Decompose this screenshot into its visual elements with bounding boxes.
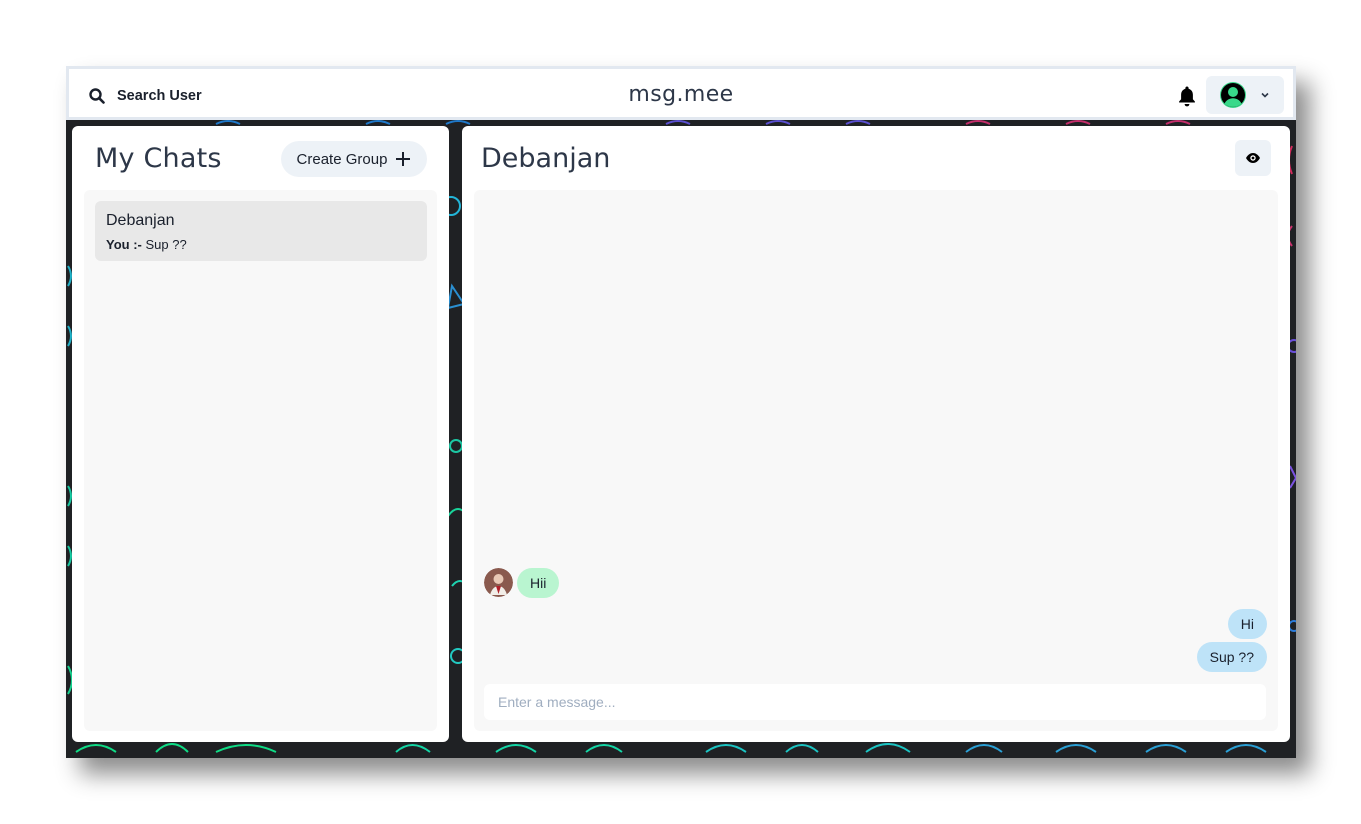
conversation-panel: Debanjan Hii Hi Sup ?? <box>462 126 1290 742</box>
chevron-down-icon <box>1261 92 1269 98</box>
view-profile-button[interactable] <box>1235 140 1271 176</box>
message-input[interactable] <box>484 684 1266 720</box>
chat-item-last-message: Sup ?? <box>145 237 187 252</box>
user-avatar-icon <box>1220 82 1246 108</box>
app-window: Search User msg.mee My Chats Create Grou… <box>66 66 1296 758</box>
create-group-button[interactable]: Create Group <box>281 141 427 177</box>
sender-avatar-image <box>484 568 513 597</box>
message-bubble-outgoing: Hi <box>1227 609 1267 639</box>
create-group-label: Create Group <box>296 150 388 168</box>
eye-icon <box>1246 153 1260 163</box>
my-chats-title: My Chats <box>95 143 222 174</box>
bell-icon[interactable] <box>1177 85 1197 107</box>
chat-item-preview: You :- Sup ?? <box>106 237 187 252</box>
chat-list-item[interactable]: Debanjan You :- Sup ?? <box>95 201 427 261</box>
message-bubble-outgoing: Sup ?? <box>1196 642 1267 672</box>
message-bubble-incoming: Hii <box>517 568 560 598</box>
plus-icon <box>396 152 411 166</box>
chat-item-name: Debanjan <box>106 212 175 229</box>
conversation-title: Debanjan <box>481 143 611 174</box>
message-area: Hii Hi Sup ?? <box>474 190 1278 731</box>
chat-item-sender: You :- <box>106 237 142 252</box>
sender-avatar[interactable] <box>484 568 513 597</box>
profile-menu-button[interactable] <box>1206 76 1284 114</box>
my-chats-panel: My Chats Create Group Debanjan You :- Su… <box>72 126 449 742</box>
top-navbar: Search User msg.mee <box>66 66 1296 120</box>
chat-list: Debanjan You :- Sup ?? <box>84 190 437 731</box>
app-brand-title: msg.mee <box>628 82 734 107</box>
